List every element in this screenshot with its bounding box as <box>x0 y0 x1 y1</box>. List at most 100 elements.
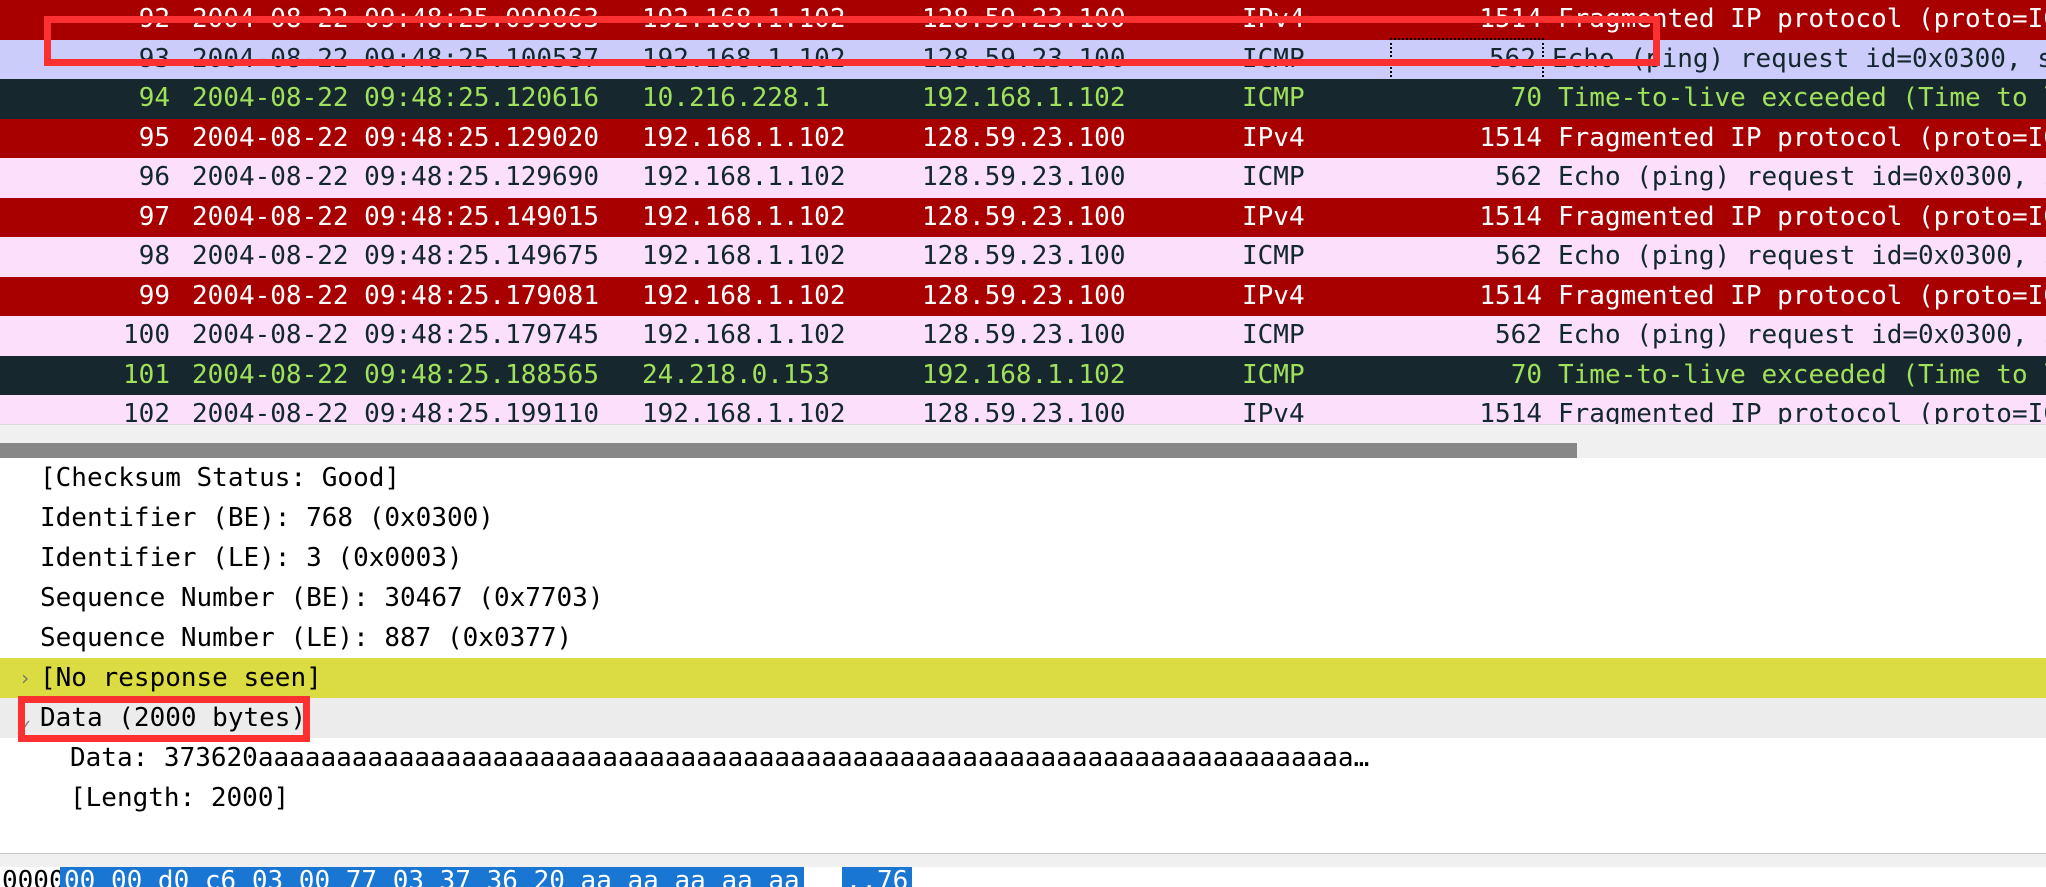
packet-protocol-cell: IPv4 <box>1242 201 1305 232</box>
packet-row[interactable]: 95 2004-08-22 09:48:25.129020 192.168.1.10… <box>0 118 2046 158</box>
packet-protocol-cell: ICMP <box>1242 359 1305 390</box>
packet-protocol-cell: ICMP <box>1242 43 1305 74</box>
detail-tree-label: Data: 373620aaaaaaaaaaaaaaaaaaaaaaaaaaaa… <box>70 743 1370 773</box>
hex-offset: 0000 <box>2 867 65 887</box>
detail-tree-label: Identifier (BE): 768 (0x0300) <box>40 503 494 533</box>
packet-time-cell: 2004-08-22 09:48:25.129020 <box>192 122 599 153</box>
packet-list-hscrollbar[interactable] <box>0 424 2046 460</box>
packet-info-cell: Echo (ping) request id=0x0300, se <box>1558 320 2046 350</box>
detail-tree-label: Sequence Number (BE): 30467 (0x7703) <box>40 583 604 613</box>
packet-length-cell: 1514 <box>1479 280 1542 311</box>
packet-row[interactable]: 99 2004-08-22 09:48:25.179081 192.168.1.10… <box>0 276 2046 316</box>
packet-protocol-cell: ICMP <box>1242 320 1305 350</box>
packet-row[interactable]: 93 2004-08-22 09:48:25.100537 192.168.1.10… <box>0 37 2046 81</box>
packet-no-cell: 93 <box>138 43 170 74</box>
packet-no-cell: 94 <box>138 83 170 113</box>
packet-source-cell: 10.216.228.1 <box>642 83 830 113</box>
detail-tree-row[interactable]: Sequence Number (BE): 30467 (0x7703) <box>0 578 2046 618</box>
packet-row[interactable]: 92 2004-08-22 09:48:25.099863 192.168.1.10… <box>0 0 2046 40</box>
packet-source-cell: 192.168.1.102 <box>642 201 846 232</box>
packet-list-pane[interactable]: 92 2004-08-22 09:48:25.099863 192.168.1.10… <box>0 0 2046 424</box>
packet-no-cell: 101 <box>123 359 170 390</box>
packet-length-cell: 1514 <box>1479 201 1542 232</box>
packet-no-cell: 102 <box>123 399 170 424</box>
packet-source-cell: 192.168.1.102 <box>642 280 846 311</box>
packet-protocol-cell: ICMP <box>1242 241 1305 271</box>
packet-time-cell: 2004-08-22 09:48:25.149015 <box>192 201 599 232</box>
hscrollbar-track[interactable] <box>0 434 2046 459</box>
packet-no-cell: 100 <box>123 320 170 350</box>
wireshark-window: 92 2004-08-22 09:48:25.099863 192.168.1.10… <box>0 0 2046 887</box>
packet-row[interactable]: 96 2004-08-22 09:48:25.129690 192.168.1.10… <box>0 158 2046 198</box>
packet-destination-cell: 128.59.23.100 <box>922 201 1126 232</box>
chevron-right-icon[interactable]: › <box>14 658 36 698</box>
detail-tree-row[interactable]: Identifier (LE): 3 (0x0003) <box>0 538 2046 578</box>
detail-tree-row[interactable]: Sequence Number (LE): 887 (0x0377) <box>0 618 2046 658</box>
packet-protocol-cell: IPv4 <box>1242 4 1305 34</box>
packet-time-cell: 2004-08-22 09:48:25.179745 <box>192 320 599 350</box>
packet-destination-cell: 192.168.1.102 <box>922 83 1126 113</box>
detail-tree-row[interactable]: [Length: 2000] <box>0 778 2046 818</box>
packet-protocol-cell: ICMP <box>1242 162 1305 192</box>
packet-source-cell: 192.168.1.102 <box>642 162 846 192</box>
packet-info-cell: Echo (ping) request id=0x0300, se <box>1552 43 2046 74</box>
hex-ascii-selected[interactable]: ..76 <box>841 867 913 887</box>
packet-protocol-cell: IPv4 <box>1242 399 1305 424</box>
packet-destination-cell: 128.59.23.100 <box>922 320 1126 350</box>
packet-bytes-pane[interactable]: 000000 00 d0 c6 03 00 77 03 37 36 20 aa … <box>0 867 2046 887</box>
packet-info-cell: Fragmented IP protocol (proto=ICMP <box>1558 399 2046 424</box>
packet-row[interactable]: 98 2004-08-22 09:48:25.149675 192.168.1.10… <box>0 237 2046 277</box>
chevron-down-icon[interactable]: ⌄ <box>14 698 36 738</box>
packet-destination-cell: 128.59.23.100 <box>922 280 1126 311</box>
packet-destination-cell: 128.59.23.100 <box>922 399 1126 424</box>
packet-no-cell: 95 <box>138 122 170 153</box>
packet-destination-cell: 128.59.23.100 <box>922 241 1126 271</box>
packet-length-cell: 1514 <box>1479 122 1542 153</box>
detail-tree-label: [No response seen] <box>40 663 322 693</box>
detail-tree-row[interactable]: Data: 373620aaaaaaaaaaaaaaaaaaaaaaaaaaaa… <box>0 738 2046 778</box>
packet-length-cell: 562 <box>1390 37 1544 81</box>
packet-destination-cell: 128.59.23.100 <box>922 162 1126 192</box>
packet-info-cell: Fragmented IP protocol (proto=ICMP <box>1558 4 2046 34</box>
packet-destination-cell: 128.59.23.100 <box>922 43 1126 74</box>
packet-info-cell: Echo (ping) request id=0x0300, se <box>1558 162 2046 192</box>
packet-no-cell: 92 <box>138 4 170 34</box>
packet-time-cell: 2004-08-22 09:48:25.179081 <box>192 280 599 311</box>
packet-details-pane[interactable]: [Checksum Status: Good] Identifier (BE): … <box>0 458 2046 853</box>
packet-source-cell: 192.168.1.102 <box>642 122 846 153</box>
hscrollbar-thumb[interactable] <box>0 443 1577 459</box>
packet-protocol-cell: IPv4 <box>1242 122 1305 153</box>
packet-protocol-cell: IPv4 <box>1242 280 1305 311</box>
detail-tree-row[interactable]: [Checksum Status: Good] <box>0 458 2046 498</box>
packet-length-cell: 1514 <box>1479 4 1542 34</box>
packet-length-cell: 562 <box>1495 162 1542 192</box>
packet-no-cell: 96 <box>138 162 170 192</box>
packet-row[interactable]: 94 2004-08-22 09:48:25.120616 10.216.228.1… <box>0 79 2046 119</box>
packet-row[interactable]: 102 2004-08-22 09:48:25.199110 192.168.1.1… <box>0 395 2046 424</box>
detail-tree-row[interactable]: ⌄ Data (2000 bytes) <box>0 698 2046 738</box>
packet-time-cell: 2004-08-22 09:48:25.100537 <box>192 43 599 74</box>
packet-info-cell: Fragmented IP protocol (proto=ICMP <box>1558 122 2046 153</box>
packet-row[interactable]: 97 2004-08-22 09:48:25.149015 192.168.1.10… <box>0 197 2046 237</box>
packet-info-cell: Fragmented IP protocol (proto=ICMP <box>1558 201 2046 232</box>
packet-destination-cell: 128.59.23.100 <box>922 4 1126 34</box>
packet-destination-cell: 192.168.1.102 <box>922 359 1126 390</box>
packet-time-cell: 2004-08-22 09:48:25.129690 <box>192 162 599 192</box>
packet-protocol-cell: ICMP <box>1242 83 1305 113</box>
detail-tree-label: Identifier (LE): 3 (0x0003) <box>40 543 463 573</box>
detail-tree-label: [Length: 2000] <box>70 783 290 813</box>
hex-bytes-selected[interactable]: 00 00 d0 c6 03 00 77 03 37 36 20 aa aa a… <box>60 867 804 887</box>
packet-time-cell: 2004-08-22 09:48:25.120616 <box>192 83 599 113</box>
packet-time-cell: 2004-08-22 09:48:25.199110 <box>192 399 599 424</box>
packet-time-cell: 2004-08-22 09:48:25.188565 <box>192 359 599 390</box>
detail-tree-row[interactable]: › [No response seen] <box>0 658 2046 698</box>
packet-no-cell: 99 <box>138 280 170 311</box>
packet-info-cell: Time-to-live exceeded (Time to liv <box>1558 359 2046 390</box>
packet-row[interactable]: 101 2004-08-22 09:48:25.188565 24.218.0.15… <box>0 355 2046 395</box>
packet-length-cell: 70 <box>1510 359 1542 390</box>
detail-tree-label: [Checksum Status: Good] <box>40 463 401 493</box>
packet-source-cell: 192.168.1.102 <box>642 399 846 424</box>
detail-tree-row[interactable]: Identifier (BE): 768 (0x0300) <box>0 498 2046 538</box>
packet-row[interactable]: 100 2004-08-22 09:48:25.179745 192.168.1.1… <box>0 316 2046 356</box>
packet-source-cell: 192.168.1.102 <box>642 43 846 74</box>
